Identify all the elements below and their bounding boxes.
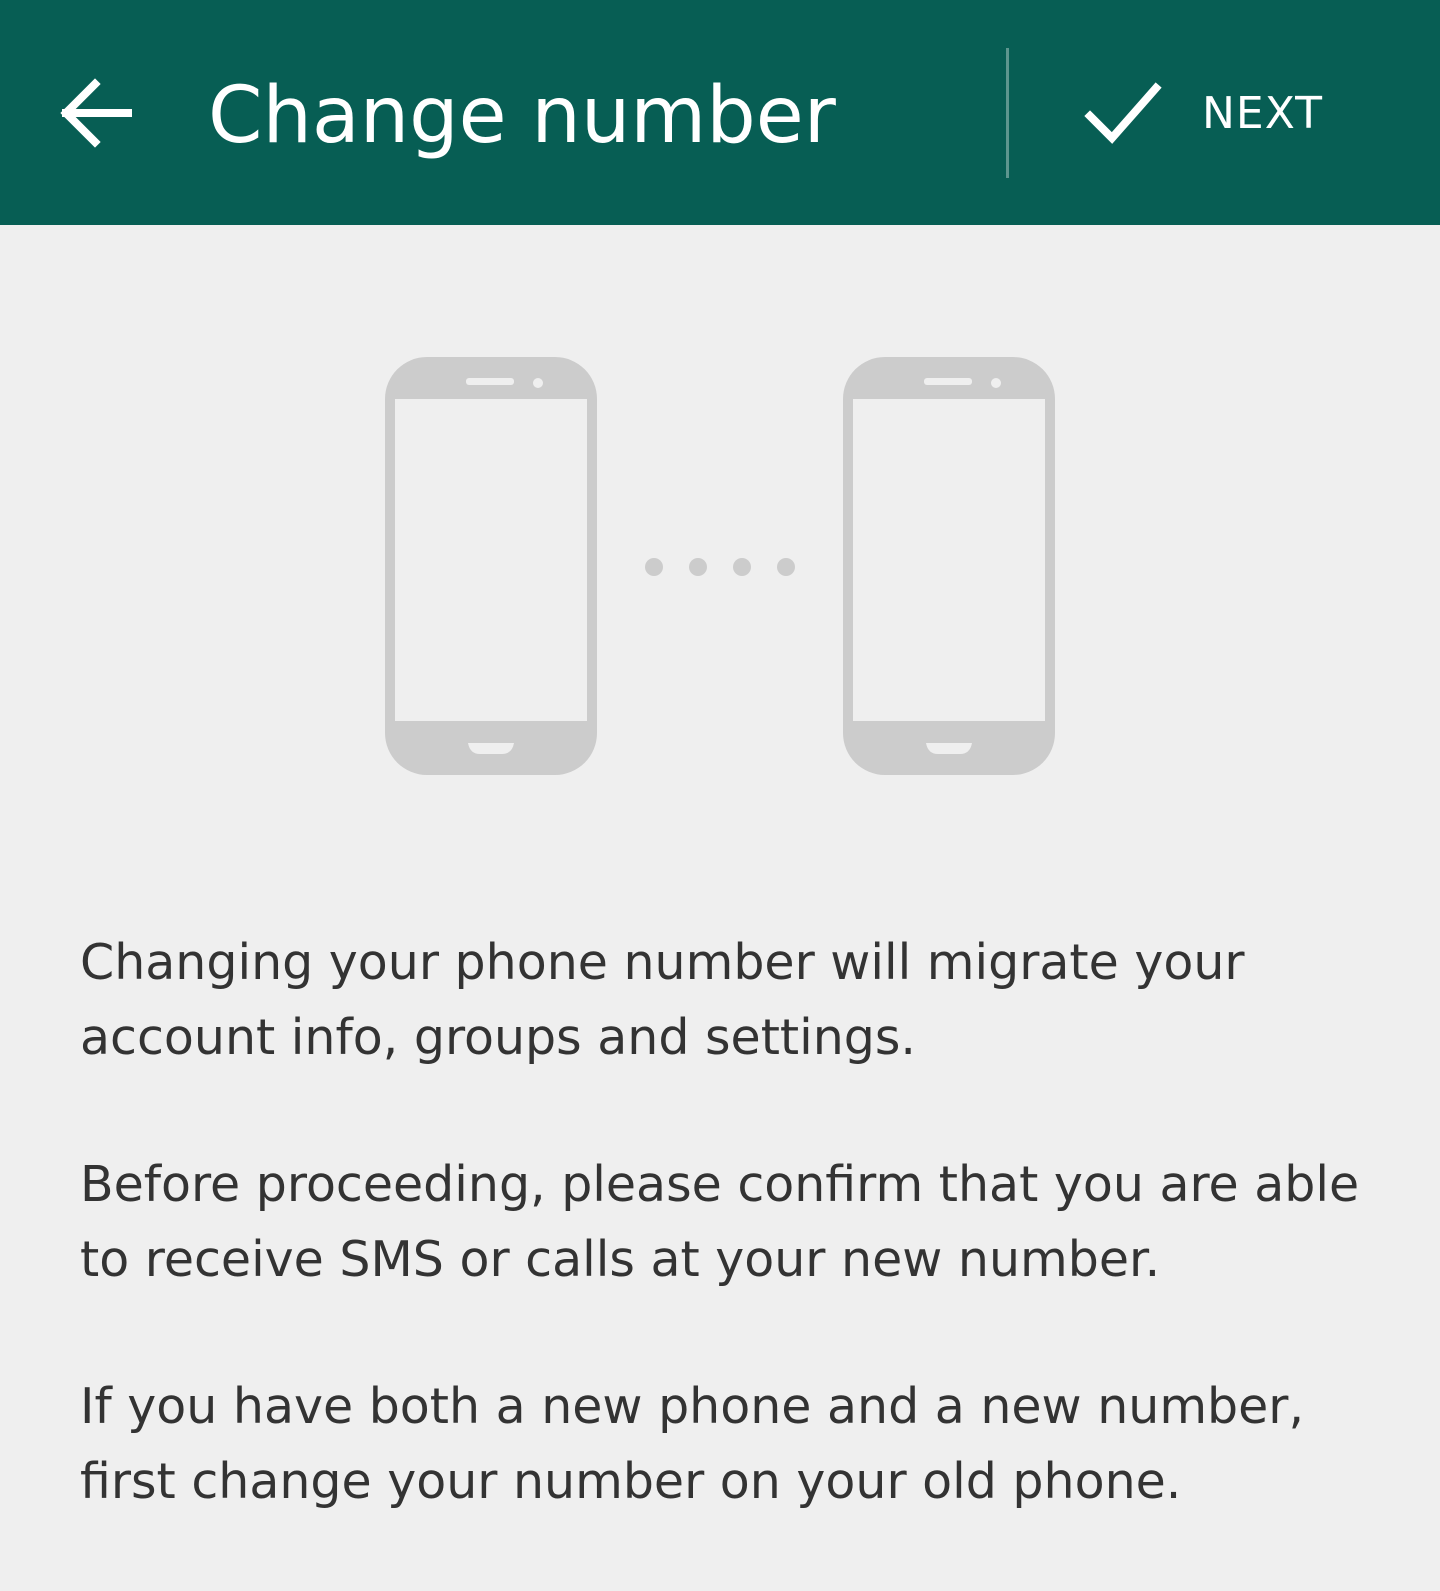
appbar-divider [1006, 48, 1009, 178]
old-phone-icon [385, 357, 597, 775]
back-button[interactable] [52, 70, 142, 160]
dots-icon [645, 558, 795, 576]
check-icon [1084, 82, 1162, 144]
app-bar: Change number NEXT [0, 0, 1440, 225]
info-text: Changing your phone number will migrate … [80, 925, 1370, 1591]
arrow-left-icon [60, 78, 132, 148]
next-button[interactable]: NEXT [1060, 60, 1360, 170]
page-title: Change number [208, 71, 836, 161]
next-button-label: NEXT [1202, 88, 1323, 139]
new-phone-icon [843, 357, 1055, 775]
info-paragraph-confirm: Before proceeding, please confirm that y… [80, 1156, 1360, 1288]
info-paragraph-new-phone: If you have both a new phone and a new n… [80, 1378, 1305, 1510]
info-paragraph-migrate: Changing your phone number will migrate … [80, 934, 1245, 1066]
phones-illustration [380, 350, 1060, 780]
